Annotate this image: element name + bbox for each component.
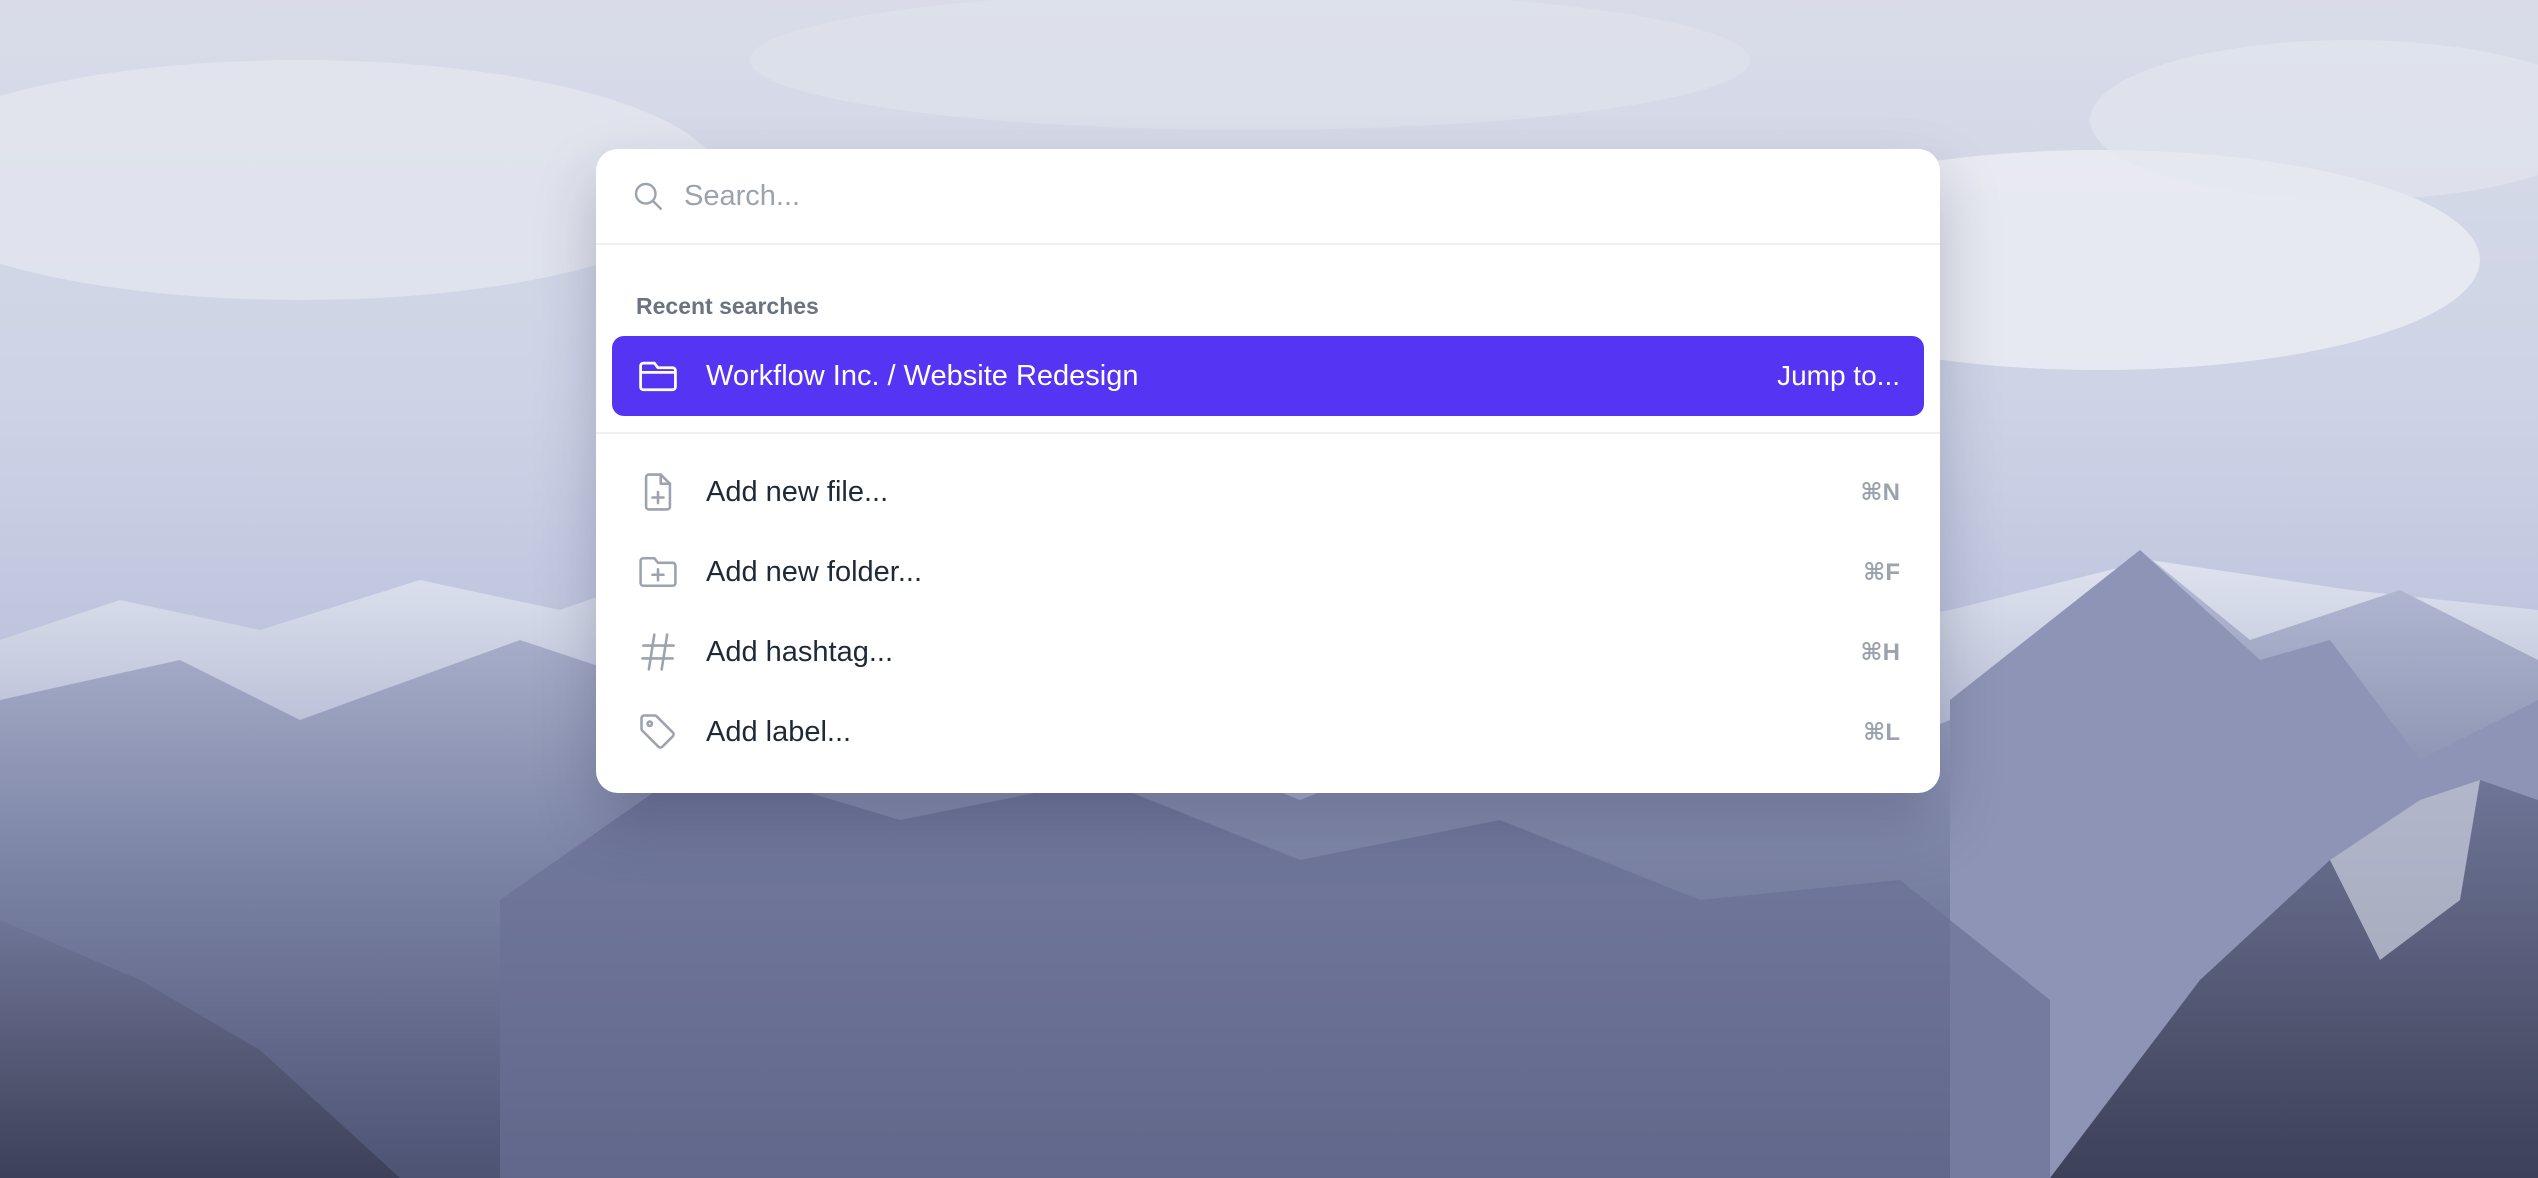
- add-new-folder-label: Add new folder...: [706, 555, 923, 588]
- add-new-file-item[interactable]: Add new file... ⌘N: [612, 452, 1924, 532]
- recent-item-label: Workflow Inc. / Website Redesign: [706, 359, 1139, 392]
- add-label-label: Add label...: [706, 715, 852, 748]
- shortcut-hint: ⌘N: [1860, 478, 1900, 506]
- document-plus-icon: [636, 470, 680, 514]
- shortcut-hint: ⌘H: [1860, 638, 1900, 666]
- search-input[interactable]: [682, 178, 1886, 214]
- add-new-folder-item[interactable]: Add new folder... ⌘F: [612, 532, 1924, 612]
- recent-searches-section: Recent searches Workflow Inc. / Website …: [596, 245, 1940, 416]
- folder-plus-icon: [636, 550, 680, 594]
- add-hashtag-item[interactable]: Add hashtag... ⌘H: [612, 612, 1924, 692]
- folder-icon: [636, 354, 680, 398]
- tag-icon: [636, 710, 680, 754]
- shortcut-hint: ⌘F: [1863, 558, 1900, 586]
- search-bar: [596, 149, 1940, 245]
- add-new-file-label: Add new file...: [706, 475, 889, 508]
- jump-to-hint: Jump to...: [1777, 360, 1900, 391]
- command-palette: Recent searches Workflow Inc. / Website …: [596, 149, 1940, 793]
- add-label-item[interactable]: Add label... ⌘L: [612, 692, 1924, 772]
- recent-searches-heading: Recent searches: [636, 293, 819, 319]
- recent-item-workflow-website-redesign[interactable]: Workflow Inc. / Website Redesign Jump to…: [612, 336, 1924, 416]
- quick-actions-list: Add new file... ⌘N Add new folder... ⌘F: [596, 434, 1940, 772]
- hashtag-icon: [636, 630, 680, 674]
- search-icon: [634, 182, 662, 210]
- shortcut-hint: ⌘L: [1863, 718, 1900, 746]
- add-hashtag-label: Add hashtag...: [706, 635, 894, 668]
